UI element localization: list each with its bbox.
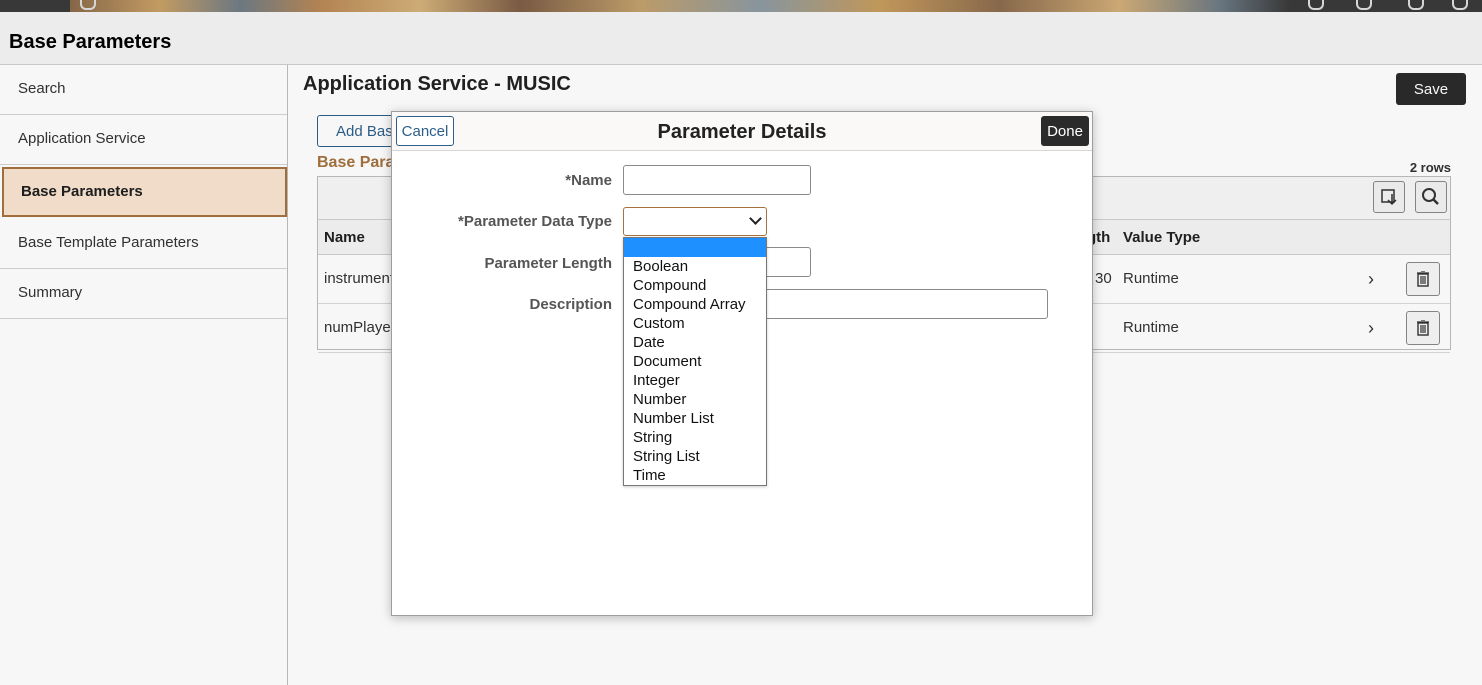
dropdown-option-custom[interactable]: Custom [624,314,766,333]
dropdown-option-compound-array[interactable]: Compound Array [624,295,766,314]
dropdown-option-document[interactable]: Document [624,352,766,371]
dropdown-option-blank[interactable] [624,238,766,257]
parameter-details-dialog: Cancel Parameter Details Done *Name *Par… [391,111,1093,616]
chevron-down-icon [749,212,762,225]
parameter-length-label: Parameter Length [484,255,612,272]
dropdown-option-number-list[interactable]: Number List [624,409,766,428]
done-button[interactable]: Done [1041,116,1089,146]
name-field[interactable] [623,165,811,195]
dropdown-option-integer[interactable]: Integer [624,371,766,390]
dropdown-option-number[interactable]: Number [624,390,766,409]
dropdown-option-boolean[interactable]: Boolean [624,257,766,276]
dropdown-option-string[interactable]: String [624,428,766,447]
dialog-header: Cancel Parameter Details Done [392,112,1092,151]
dropdown-option-time[interactable]: Time [624,466,766,485]
parameter-data-type-label: *Parameter Data Type [458,213,612,230]
dropdown-option-compound[interactable]: Compound [624,276,766,295]
parameter-data-type-select[interactable] [623,207,767,236]
parameter-data-type-dropdown: Boolean Compound Compound Array Custom D… [623,237,767,486]
dialog-title: Parameter Details [657,121,827,143]
dropdown-option-string-list[interactable]: String List [624,447,766,466]
description-label: Description [529,296,612,313]
name-label: *Name [565,172,612,189]
dropdown-option-date[interactable]: Date [624,333,766,352]
